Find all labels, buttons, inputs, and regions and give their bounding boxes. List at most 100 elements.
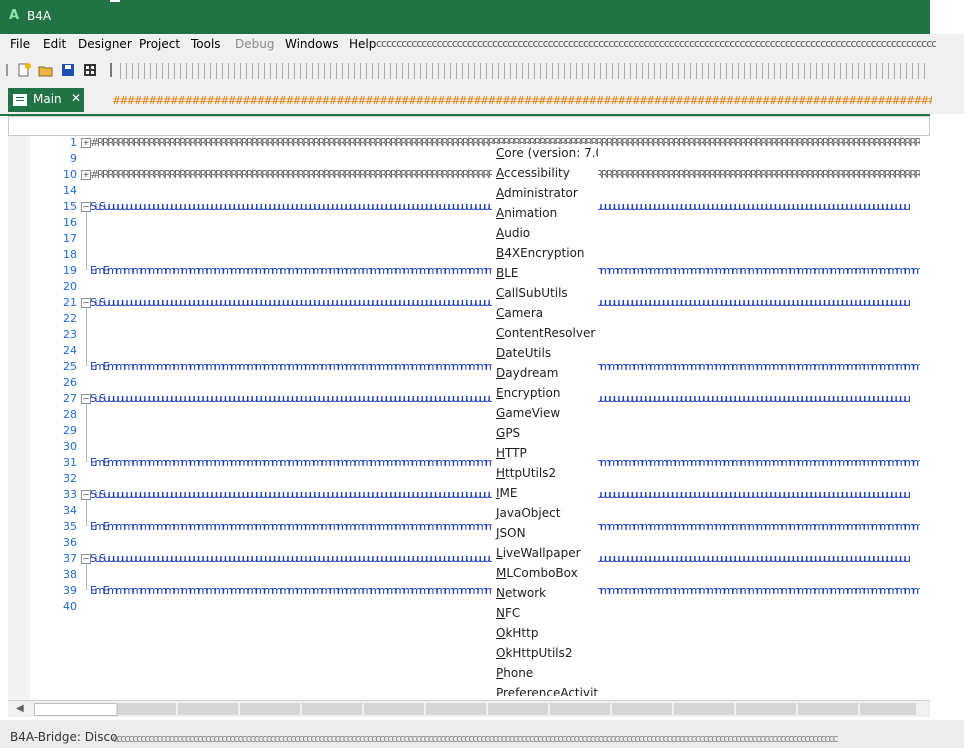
list-item[interactable]: PreferenceActivity: [496, 686, 598, 696]
line-number: 14: [63, 184, 77, 197]
list-item[interactable]: Network: [496, 586, 546, 600]
line-number: 36: [63, 536, 77, 549]
fold-guide: [86, 212, 87, 270]
bridge-status: B4A-Bridge: Disco: [10, 730, 118, 744]
list-item[interactable]: Core (version: 7.02): [496, 146, 598, 160]
scroll-left-arrow-icon[interactable]: ◀: [16, 703, 24, 714]
list-item[interactable]: NFC: [496, 606, 520, 620]
code-editor[interactable]: 1 9 10 14 15 16 17 18 19 20 21 22 23 24 …: [8, 136, 930, 700]
window-title: B4A: [27, 9, 52, 23]
line-number: 23: [63, 328, 77, 341]
list-item[interactable]: JavaObject: [496, 506, 560, 520]
list-item[interactable]: LiveWallpaper: [496, 546, 581, 560]
line-number: 27: [63, 392, 77, 405]
list-item[interactable]: MLComboBox: [496, 566, 578, 580]
line-number: 38: [63, 568, 77, 581]
library-autocomplete-list[interactable]: Core (version: 7.02) Accessibility Admin…: [492, 144, 598, 696]
open-folder-icon[interactable]: [38, 62, 54, 78]
list-item[interactable]: BLE: [496, 266, 519, 280]
menu-help[interactable]: Help: [349, 37, 376, 51]
line-number: 29: [63, 424, 77, 437]
module-combo-bar[interactable]: [8, 116, 930, 136]
list-item[interactable]: CallSubUtils: [496, 286, 568, 300]
editor-gutter: [8, 136, 30, 700]
tab-main[interactable]: Main ✕: [8, 88, 84, 112]
line-number: 19: [63, 264, 77, 277]
list-item[interactable]: OkHttp: [496, 626, 538, 640]
menu-debug[interactable]: Debug: [235, 37, 274, 51]
line-number: 24: [63, 344, 77, 357]
fold-guide: [86, 308, 87, 366]
save-all-icon[interactable]: [82, 62, 98, 78]
list-item[interactable]: GameView: [496, 406, 560, 420]
b4a-app-icon: A: [9, 8, 20, 23]
render-artifact: [110, 0, 120, 2]
list-item[interactable]: Encryption: [496, 386, 560, 400]
fold-guide: [86, 500, 87, 526]
list-item[interactable]: Daydream: [496, 366, 558, 380]
title-bar: A B4A: [0, 0, 964, 34]
line-number: 15: [63, 200, 77, 213]
line-number: 31: [63, 456, 77, 469]
list-item[interactable]: Administrator: [496, 186, 578, 200]
line-number: 26: [63, 376, 77, 389]
toolbar: [0, 56, 964, 87]
render-artifact: cccccccccccccccccccccccccccccccccccccccc…: [376, 37, 936, 50]
line-number: 20: [63, 280, 77, 293]
code-module-icon: [13, 94, 27, 106]
menu-file[interactable]: File: [10, 37, 30, 51]
list-item[interactable]: Accessibility: [496, 166, 570, 180]
line-number: 35: [63, 520, 77, 533]
save-icon[interactable]: [60, 62, 76, 78]
line-number: 33: [63, 488, 77, 501]
line-number: 18: [63, 248, 77, 261]
render-artifact: cccccccccccccccccccccccccccccccccccccccc…: [112, 732, 839, 745]
horizontal-scrollbar[interactable]: ◀: [8, 700, 930, 717]
list-item[interactable]: IME: [496, 486, 517, 500]
close-tab-icon[interactable]: ✕: [71, 91, 81, 105]
list-item[interactable]: GPS: [496, 426, 520, 440]
list-item[interactable]: B4XEncryption: [496, 246, 585, 260]
line-number: 39: [63, 584, 77, 597]
scrollbar-thumb[interactable]: [34, 703, 118, 716]
status-bar: B4A-Bridge: Disco cccccccccccccccccccccc…: [0, 720, 964, 748]
menu-bar: File Edit Designer Project Tools Debug W…: [0, 34, 964, 56]
render-artifact: ########################################…: [112, 94, 932, 107]
list-item[interactable]: Camera: [496, 306, 543, 320]
menu-project[interactable]: Project: [139, 37, 180, 51]
render-artifact: [116, 703, 916, 715]
line-number: 1: [70, 136, 77, 149]
new-file-icon[interactable]: [16, 62, 32, 78]
line-number: 37: [63, 552, 77, 565]
line-number: 40: [63, 600, 77, 613]
line-number: 17: [63, 232, 77, 245]
menu-edit[interactable]: Edit: [43, 37, 66, 51]
menu-tools[interactable]: Tools: [191, 37, 221, 51]
line-number: 30: [63, 440, 77, 453]
list-item[interactable]: OkHttpUtils2: [496, 646, 573, 660]
list-item[interactable]: Audio: [496, 226, 530, 240]
line-number: 28: [63, 408, 77, 421]
line-number: 34: [63, 504, 77, 517]
toolbar-separator-icon: [110, 63, 112, 77]
line-number: 9: [70, 152, 77, 165]
render-artifact: [120, 63, 930, 79]
line-number: 22: [63, 312, 77, 325]
list-item[interactable]: DateUtils: [496, 346, 551, 360]
list-item[interactable]: Animation: [496, 206, 557, 220]
list-item[interactable]: ContentResolver: [496, 326, 595, 340]
line-number: 21: [63, 296, 77, 309]
menu-windows[interactable]: Windows: [285, 37, 339, 51]
list-item[interactable]: HttpUtils2: [496, 466, 556, 480]
list-item[interactable]: JSON: [496, 526, 526, 540]
fold-guide: [86, 404, 87, 462]
line-number: 25: [63, 360, 77, 373]
tab-main-label: Main: [33, 92, 62, 106]
fold-guide: [86, 564, 87, 590]
line-number: 32: [63, 472, 77, 485]
line-number: 16: [63, 216, 77, 229]
list-item[interactable]: Phone: [496, 666, 533, 680]
line-number: 10: [63, 168, 77, 181]
list-item[interactable]: HTTP: [496, 446, 527, 460]
menu-designer[interactable]: Designer: [78, 37, 132, 51]
